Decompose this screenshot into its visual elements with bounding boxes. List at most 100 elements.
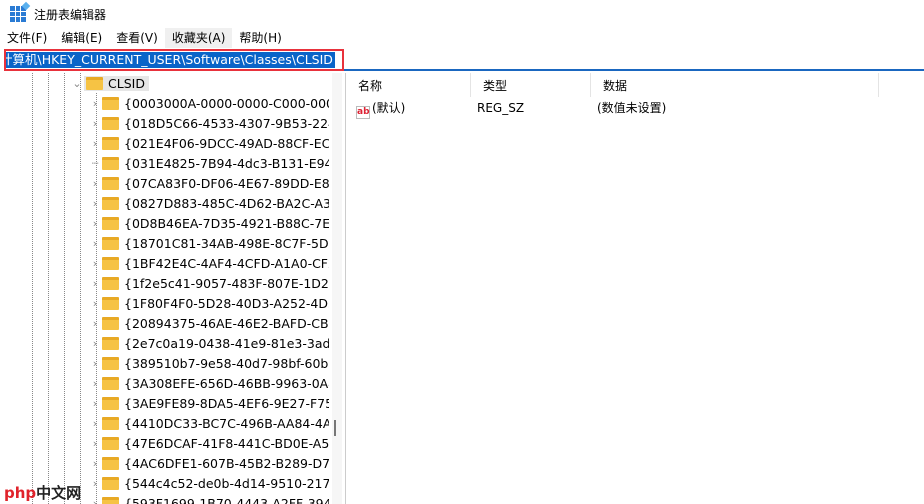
tree-node[interactable]: › {3AE9FE89-8DA5-4EF6-9E27-F7547F3B2D5C} bbox=[90, 393, 329, 413]
title-bar: 注册表编辑器 bbox=[0, 0, 924, 28]
tree-node-label: {1f2e5c41-9057-483F-807E-1D21C4F4E9A5} bbox=[124, 275, 329, 291]
tree-node[interactable]: › {593F1699-1B70-4443-A2FF-39483EE6AF37} bbox=[90, 493, 329, 504]
tree-node[interactable]: › {0827D883-485C-4D62-BA2C-A332DBF3D4B0} bbox=[90, 193, 329, 213]
folder-icon bbox=[102, 216, 119, 230]
column-header-type[interactable]: 类型 bbox=[471, 73, 591, 97]
menu-favorites[interactable]: 收藏夹(A) bbox=[164, 28, 233, 48]
scrollbar-thumb[interactable] bbox=[334, 420, 336, 436]
chevron-right-icon[interactable]: › bbox=[90, 177, 100, 190]
chevron-right-icon[interactable]: › bbox=[90, 377, 100, 390]
folder-icon bbox=[102, 296, 119, 310]
folder-icon bbox=[102, 336, 119, 350]
tree-node-label: {2e7c0a19-0438-41e9-81e3-3ad3d64f55ba} bbox=[124, 335, 329, 351]
menu-edit[interactable]: 编辑(E) bbox=[54, 28, 109, 48]
tree-node[interactable]: › {018D5C66-4533-4307-9B53-224DE2ED1FE6} bbox=[90, 113, 329, 133]
address-text[interactable]: 计算机\HKEY_CURRENT_USER\Software\Classes\C… bbox=[6, 52, 335, 68]
tree-node-label: {4410DC33-BC7C-496B-AA84-4AEA3EEE75F7} bbox=[124, 415, 329, 431]
chevron-right-icon[interactable]: › bbox=[90, 417, 100, 430]
chevron-right-icon[interactable]: › bbox=[90, 357, 100, 370]
menu-file[interactable]: 文件(F) bbox=[0, 28, 54, 48]
tree-node[interactable]: › {1BF42E4C-4AF4-4CFD-A1A0-CF2960B8F63E} bbox=[90, 253, 329, 273]
tree-node[interactable]: ┈ {031E4825-7B94-4dc3-B131-E946B44C8DD5} bbox=[90, 153, 329, 173]
tree-node-label: {389510b7-9e58-40d7-98bf-60b911cb0ea9} bbox=[124, 355, 329, 371]
chevron-right-icon[interactable]: › bbox=[90, 197, 100, 210]
chevron-right-icon[interactable]: › bbox=[90, 297, 100, 310]
tree-node-label: {47E6DCAF-41F8-441C-BD0E-A50D5FE6C4D1} bbox=[124, 435, 329, 451]
key-tree[interactable]: ⌄ CLSID › {0003000A-0000-0000-C000-000000… bbox=[0, 73, 342, 504]
tree-node-label: {544c4c52-de0b-4d14-9510-217453B8E9C2} bbox=[124, 475, 329, 491]
chevron-right-icon[interactable]: › bbox=[90, 137, 100, 150]
folder-icon bbox=[102, 276, 119, 290]
menu-view[interactable]: 查看(V) bbox=[109, 28, 165, 48]
tree-node[interactable]: › {0D8B46EA-7D35-4921-B88C-7E2B9A6BCF0C} bbox=[90, 213, 329, 233]
tree-node[interactable]: › {4410DC33-BC7C-496B-AA84-4AEA3EEE75F7} bbox=[90, 413, 329, 433]
tree-node-label: {021E4F06-9DCC-49AD-88CF-ECC2DA314C8A} bbox=[124, 135, 329, 151]
tree-node[interactable]: › {021E4F06-9DCC-49AD-88CF-ECC2DA314C8A} bbox=[90, 133, 329, 153]
folder-icon bbox=[86, 76, 103, 90]
tree-node-label: {018D5C66-4533-4307-9B53-224DE2ED1FE6} bbox=[124, 115, 329, 131]
tree-guide bbox=[80, 73, 81, 504]
chevron-right-icon[interactable]: › bbox=[90, 97, 100, 110]
value-row-name[interactable]: ab (默认) bbox=[356, 98, 405, 119]
chevron-right-icon[interactable]: › bbox=[90, 497, 100, 504]
tree-node[interactable]: › {18701C81-34AB-498E-8C7F-5D26E2F0C1F9} bbox=[90, 233, 329, 253]
tree-node-label: {0827D883-485C-4D62-BA2C-A332DBF3D4B0} bbox=[124, 195, 329, 211]
folder-icon bbox=[102, 156, 119, 170]
folder-icon bbox=[102, 416, 119, 430]
chevron-right-icon[interactable]: › bbox=[90, 337, 100, 350]
column-header-name[interactable]: 名称 bbox=[346, 73, 471, 97]
folder-icon bbox=[102, 376, 119, 390]
tree-guide bbox=[32, 73, 33, 504]
chevron-right-icon[interactable]: › bbox=[90, 277, 100, 290]
menu-bar: 文件(F) 编辑(E) 查看(V) 收藏夹(A) 帮助(H) bbox=[0, 28, 289, 48]
chevron-right-icon[interactable]: › bbox=[90, 217, 100, 230]
chevron-right-icon[interactable]: › bbox=[90, 477, 100, 490]
tree-node[interactable]: › {20894375-46AE-46E2-BAFD-CB38975CDCE6} bbox=[90, 313, 329, 333]
chevron-right-icon[interactable]: › bbox=[90, 397, 100, 410]
folder-icon bbox=[102, 436, 119, 450]
chevron-right-icon[interactable]: › bbox=[90, 457, 100, 470]
tree-node[interactable]: › {4AC6DFE1-607B-45B2-B289-D7FB0D6B1C8F} bbox=[90, 453, 329, 473]
tree-node-label: {0D8B46EA-7D35-4921-B88C-7E2B9A6BCF0C} bbox=[124, 215, 329, 231]
string-value-icon: ab bbox=[356, 106, 370, 119]
tree-node[interactable]: › {47E6DCAF-41F8-441C-BD0E-A50D5FE6C4D1} bbox=[90, 433, 329, 453]
tree-node[interactable]: › {3A308EFE-656D-46BB-9963-0A41C9E5DF12} bbox=[90, 373, 329, 393]
folder-icon bbox=[102, 316, 119, 330]
tree-node[interactable]: › {1F80F4F0-5D28-40D3-A252-4D3660DE3A2C} bbox=[90, 293, 329, 313]
tree-node-label: {1BF42E4C-4AF4-4CFD-A1A0-CF2960B8F63E} bbox=[124, 255, 329, 271]
menu-help[interactable]: 帮助(H) bbox=[232, 28, 288, 48]
address-bar[interactable]: 计算机\HKEY_CURRENT_USER\Software\Classes\C… bbox=[4, 49, 344, 71]
tree-guide bbox=[48, 73, 49, 504]
chevron-right-icon[interactable]: › bbox=[90, 317, 100, 330]
tree-leaf-line[interactable]: ┈ bbox=[90, 157, 100, 170]
folder-icon bbox=[102, 176, 119, 190]
tree-node[interactable]: › {07CA83F0-DF06-4E67-89DD-E8092D5F1E8F} bbox=[90, 173, 329, 193]
chevron-right-icon[interactable]: › bbox=[90, 117, 100, 130]
watermark-logo: php中文网 bbox=[4, 484, 82, 502]
chevron-right-icon[interactable]: › bbox=[90, 257, 100, 270]
tree-node[interactable]: › {0003000A-0000-0000-C000-000000000046} bbox=[90, 93, 329, 113]
chevron-right-icon[interactable]: › bbox=[90, 437, 100, 450]
tree-scrollbar[interactable] bbox=[332, 73, 342, 504]
tree-node-clsid[interactable]: ⌄ CLSID bbox=[72, 73, 149, 93]
folder-icon bbox=[102, 456, 119, 470]
tree-guide bbox=[64, 73, 65, 504]
chevron-right-icon[interactable]: › bbox=[90, 237, 100, 250]
tree-node-label: {18701C81-34AB-498E-8C7F-5D26E2F0C1F9} bbox=[124, 235, 329, 251]
column-header-data[interactable]: 数据 bbox=[591, 73, 879, 97]
tree-node[interactable]: › {544c4c52-de0b-4d14-9510-217453B8E9C2} bbox=[90, 473, 329, 493]
folder-icon bbox=[102, 236, 119, 250]
tree-node-label: {593F1699-1B70-4443-A2FF-39483EE6AF37} bbox=[124, 495, 329, 504]
chevron-down-icon[interactable]: ⌄ bbox=[72, 77, 82, 90]
tree-node[interactable]: › {389510b7-9e58-40d7-98bf-60b911cb0ea9} bbox=[90, 353, 329, 373]
tree-node-label: {0003000A-0000-0000-C000-000000000046} bbox=[124, 95, 329, 111]
tree-node-label: {031E4825-7B94-4dc3-B131-E946B44C8DD5} bbox=[124, 155, 329, 171]
folder-icon bbox=[102, 116, 119, 130]
tree-node-label: {3A308EFE-656D-46BB-9963-0A41C9E5DF12} bbox=[124, 375, 329, 391]
tree-node[interactable]: › {2e7c0a19-0438-41e9-81e3-3ad3d64f55ba} bbox=[90, 333, 329, 353]
folder-icon bbox=[102, 356, 119, 370]
address-underline bbox=[344, 69, 924, 71]
tree-node[interactable]: › {1f2e5c41-9057-483F-807E-1D21C4F4E9A5} bbox=[90, 273, 329, 293]
folder-icon bbox=[102, 396, 119, 410]
regedit-icon bbox=[10, 1, 31, 22]
